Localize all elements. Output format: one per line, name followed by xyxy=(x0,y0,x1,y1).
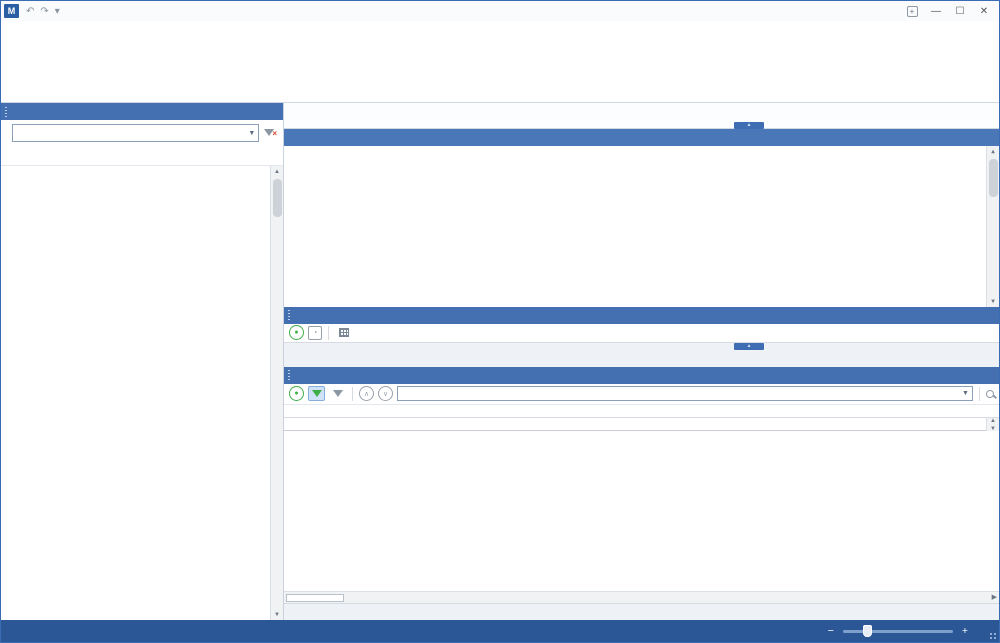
slider-minus-icon[interactable]: − xyxy=(828,625,834,637)
chevron-down-icon[interactable]: ▼ xyxy=(959,387,972,400)
table-horizontal-scrollbar[interactable]: ▶ xyxy=(284,591,999,603)
table-scrollbar[interactable]: ▲▼ xyxy=(986,418,999,431)
test-step-editor: ▲▼ xyxy=(284,146,999,307)
clear-filter-icon[interactable]: × xyxy=(264,127,277,139)
undo-icon[interactable]: ↶ xyxy=(23,6,37,17)
search-input[interactable]: ▼ xyxy=(397,386,973,401)
editor-scrollbar[interactable]: ▲▼ xyxy=(986,146,999,307)
table-header xyxy=(284,418,986,431)
trace-grid-icon[interactable] xyxy=(335,325,352,340)
test-step-tree xyxy=(1,166,269,620)
log-panel-tabs xyxy=(284,350,999,367)
collapse-pill-button[interactable]: ▲ xyxy=(734,343,764,350)
redo-icon[interactable]: ↷ xyxy=(37,6,51,17)
editor-header: ▲ xyxy=(284,129,999,146)
search-down-icon[interactable]: ∨ xyxy=(378,386,393,401)
drag-handle-icon xyxy=(288,310,290,320)
pin-window-icon[interactable]: + xyxy=(901,3,923,19)
can-body-toolbar: ● ∧ ∨ ▼ xyxy=(284,384,999,404)
chevron-down-icon[interactable]: ▼ xyxy=(245,125,258,141)
search-icon[interactable] xyxy=(986,390,994,398)
ribbon-tab-strip xyxy=(1,21,999,43)
tree-scrollbar[interactable]: ▲▼ xyxy=(270,166,283,620)
bottom-window-tabs xyxy=(284,603,999,620)
trace-position-status xyxy=(284,404,999,418)
editor-toolbar xyxy=(284,103,999,129)
slider-plus-icon[interactable]: + xyxy=(962,625,968,637)
search-up-icon[interactable]: ∧ xyxy=(359,386,374,401)
drag-handle-icon xyxy=(288,370,290,380)
step-wait-slider[interactable] xyxy=(843,630,953,633)
trace-clock-icon[interactable]: ◔ xyxy=(308,326,322,340)
filter-combobox[interactable]: ▼ xyxy=(12,124,259,142)
slider-thumb[interactable] xyxy=(863,625,872,637)
drag-handle-icon xyxy=(5,107,7,117)
collapse-strip: ▲ xyxy=(284,343,999,350)
title-bar: M ↶ ↷ ▾ + — ☐ ✕ xyxy=(1,1,999,21)
maximize-button[interactable]: ☐ xyxy=(949,3,971,19)
app-window: M ↶ ↷ ▾ + — ☐ ✕ ▼ × xyxy=(0,0,1000,643)
collapse-pill-button[interactable]: ▲ xyxy=(734,122,764,129)
filter-icon[interactable] xyxy=(329,386,346,401)
sidebar-toolbar xyxy=(1,146,283,166)
can-trace-table: ▲▼ xyxy=(284,418,999,431)
sidebar-header[interactable] xyxy=(1,103,283,120)
ribbon xyxy=(1,43,999,103)
close-button[interactable]: ✕ xyxy=(973,3,995,19)
resize-grip[interactable] xyxy=(989,632,997,640)
app-logo-icon: M xyxy=(4,4,19,18)
trace-toolbar: ● ◔ xyxy=(284,324,999,343)
trace-window-header[interactable] xyxy=(284,307,999,324)
filter-active-icon[interactable] xyxy=(308,386,325,401)
can-body-header[interactable] xyxy=(284,367,999,384)
refresh-icon[interactable]: ● xyxy=(289,386,304,401)
quick-access-dropdown-icon[interactable]: ▾ xyxy=(52,6,63,17)
trace-run-icon[interactable]: ● xyxy=(289,325,304,340)
status-bar: − + xyxy=(1,620,999,642)
test-step-window-panel: ▼ × ▲▼ xyxy=(1,103,284,620)
minimize-button[interactable]: — xyxy=(925,3,947,19)
